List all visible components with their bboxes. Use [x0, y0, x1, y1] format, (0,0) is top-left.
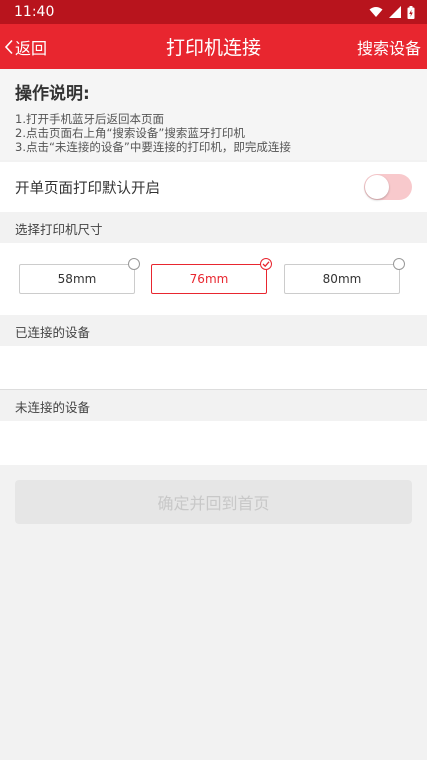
size-option-label: 76mm [189, 272, 229, 286]
radio-unchecked-icon [393, 258, 405, 270]
instruction-line: 3.点击“未连接的设备”中要连接的打印机，即完成连接 [15, 140, 291, 154]
size-option-label: 58mm [57, 272, 97, 286]
connected-devices-list [0, 346, 427, 389]
chevron-left-icon [4, 39, 13, 54]
auto-print-row: 开单页面打印默认开启 [0, 162, 427, 212]
status-bar: 11:40 [0, 0, 427, 24]
instruction-line: 2.点击页面右上角“搜索设备”搜索蓝牙打印机 [15, 126, 245, 140]
size-option-label: 80mm [322, 272, 362, 286]
radio-checked-icon [260, 258, 272, 270]
status-icons [369, 5, 415, 19]
cell-signal-icon [389, 6, 401, 18]
app-bar: 返回 打印机连接 搜索设备 [0, 24, 427, 69]
radio-unchecked-icon [128, 258, 140, 270]
size-option-76mm[interactable]: 76mm [151, 258, 272, 294]
connected-devices-heading: 已连接的设备 [15, 324, 91, 340]
switch-knob [365, 175, 389, 199]
size-option-58mm[interactable]: 58mm [19, 258, 140, 294]
divider [0, 389, 427, 390]
size-option-80mm[interactable]: 80mm [284, 258, 405, 294]
unconnected-devices-list [0, 421, 427, 465]
wifi-icon [369, 7, 383, 17]
instruction-line: 1.打开手机蓝牙后返回本页面 [15, 112, 164, 126]
instructions-title: 操作说明: [15, 84, 90, 104]
search-devices-button[interactable]: 搜索设备 [357, 24, 421, 69]
back-label: 返回 [15, 38, 48, 58]
auto-print-label: 开单页面打印默认开启 [15, 180, 160, 197]
printer-size-heading: 选择打印机尺寸 [15, 221, 103, 237]
printer-size-options: 58mm 76mm 80mm [0, 243, 427, 315]
auto-print-switch[interactable] [364, 174, 412, 200]
instructions-panel: 操作说明: 1.打开手机蓝牙后返回本页面 2.点击页面右上角“搜索设备”搜索蓝牙… [0, 69, 427, 160]
back-button[interactable]: 返回 [4, 24, 47, 69]
status-time: 11:40 [14, 4, 55, 20]
battery-icon [407, 5, 415, 19]
confirm-return-home-button[interactable]: 确定并回到首页 [15, 480, 412, 524]
unconnected-devices-heading: 未连接的设备 [15, 399, 91, 415]
